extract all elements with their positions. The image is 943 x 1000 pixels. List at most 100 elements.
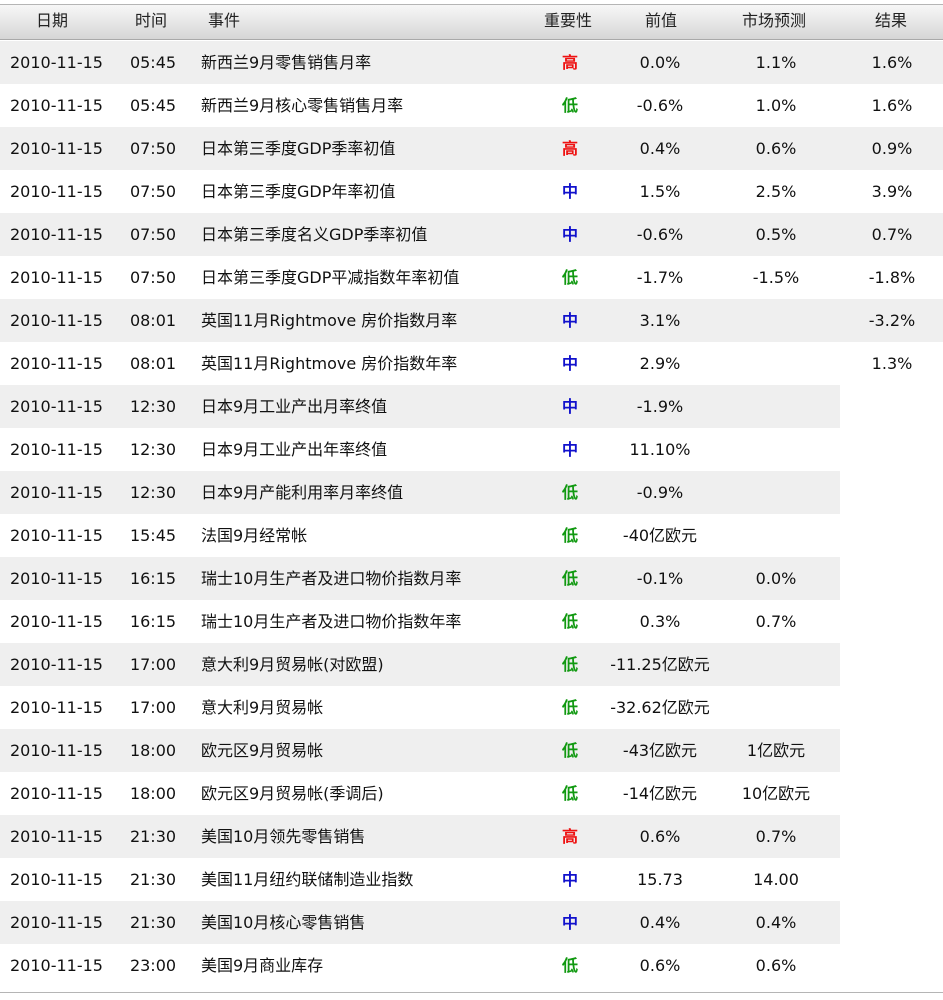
table-row: 2010-11-15 15:45 法国9月经常帐 低 -40亿欧元: [0, 514, 943, 557]
cell-forecast: 2.5%: [755, 182, 797, 201]
table-row: 2010-11-15 17:00 意大利9月贸易帐 低 -32.62亿欧元: [0, 686, 943, 729]
cell-result: [842, 686, 942, 729]
importance-badge: 中: [561, 354, 578, 373]
importance-badge: 低: [561, 698, 578, 717]
cell-date: 2010-11-15: [10, 956, 103, 975]
importance-badge: 低: [561, 526, 578, 545]
table-body: 2010-11-15 05:45 新西兰9月零售销售月率高 0.0% 1.1% 1.6% 2…: [0, 41, 943, 987]
table-row: 2010-11-15 12:30 日本9月产能利用率月率终值 低 -0.9%: [0, 471, 943, 514]
cell-event: 意大利9月贸易帐: [201, 698, 324, 717]
cell-result: [842, 901, 942, 944]
cell-date: 2010-11-15: [10, 96, 103, 115]
cell-result: [842, 385, 942, 428]
cell-previous: 11.10%: [629, 440, 691, 459]
cell-previous: 15.73: [637, 870, 683, 889]
cell-forecast: [716, 428, 836, 471]
cell-result: [842, 643, 942, 686]
cell-previous: -1.9%: [636, 397, 684, 416]
cell-forecast: [716, 342, 836, 385]
cell-time: 05:45: [129, 96, 177, 115]
cell-forecast: 0.5%: [755, 225, 797, 244]
cell-forecast: 1.0%: [755, 96, 797, 115]
cell-forecast: [716, 686, 836, 729]
cell-previous: 0.0%: [639, 53, 681, 72]
cell-forecast: [716, 471, 836, 514]
table-row: 2010-11-15 17:00 意大利9月贸易帐(对欧盟) 低 -11.25亿欧元: [0, 643, 943, 686]
cell-forecast: [716, 514, 836, 557]
cell-date: 2010-11-15: [10, 311, 103, 330]
cell-result: [842, 858, 942, 901]
cell-forecast: 0.4%: [755, 913, 797, 932]
table-row: 2010-11-15 21:30 美国11月纽约联储制造业指数 中 15.73 14.00: [0, 858, 943, 901]
cell-event: 日本9月产能利用率月率终值: [201, 483, 404, 502]
table-row: 2010-11-15 18:00 欧元区9月贸易帐(季调后) 低 -14亿欧元 10亿欧元: [0, 772, 943, 815]
cell-time: 08:01: [129, 354, 177, 373]
header-previous: 前值: [645, 11, 678, 30]
cell-date: 2010-11-15: [10, 53, 103, 72]
cell-time: 21:30: [129, 827, 177, 846]
table-row: 2010-11-15 07:50 日本第三季度名义GDP季率初值 中 -0.6% 0.5%…: [0, 213, 943, 256]
cell-result: 1.6%: [871, 96, 913, 115]
cell-event: 日本第三季度GDP年率初值: [201, 182, 396, 201]
cell-date: 2010-11-15: [10, 913, 103, 932]
cell-date: 2010-11-15: [10, 526, 103, 545]
table-row: 2010-11-15 05:45 新西兰9月核心零售销售月率 低 -0.6% 1.0% 1.…: [0, 84, 943, 127]
importance-badge: 低: [561, 612, 578, 631]
table-row: 2010-11-15 18:00 欧元区9月贸易帐 低 -43亿欧元 1亿欧元: [0, 729, 943, 772]
cell-event: 美国11月纽约联储制造业指数: [201, 870, 414, 889]
table-row: 2010-11-15 12:30 日本9月工业产出年率终值 中 11.10%: [0, 428, 943, 471]
cell-time: 07:50: [129, 139, 177, 158]
cell-result: [842, 557, 942, 600]
header-forecast: 市场预测: [742, 11, 807, 30]
cell-previous: -40亿欧元: [622, 526, 698, 545]
cell-forecast: 0.6%: [755, 956, 797, 975]
cell-date: 2010-11-15: [10, 354, 103, 373]
cell-time: 12:30: [129, 483, 177, 502]
cell-previous: -11.25亿欧元: [610, 655, 710, 674]
header-time: 时间: [135, 11, 168, 30]
table-row: 2010-11-15 21:30 美国10月领先零售销售 高 0.6% 0.7%: [0, 815, 943, 858]
cell-forecast: [716, 385, 836, 428]
cell-previous: 1.5%: [639, 182, 681, 201]
cell-forecast: -1.5%: [752, 268, 800, 287]
table-row: 2010-11-15 07:50 日本第三季度GDP季率初值 高 0.4% 0.6% 0.9…: [0, 127, 943, 170]
cell-event: 英国11月Rightmove 房价指数年率: [201, 354, 458, 373]
cell-previous: -0.6%: [636, 96, 684, 115]
importance-badge: 高: [561, 139, 578, 158]
table-row: 2010-11-15 05:45 新西兰9月零售销售月率 高 0.0% 1.1% 1.6%: [0, 41, 943, 84]
cell-event: 欧元区9月贸易帐(季调后): [201, 784, 384, 803]
cell-date: 2010-11-15: [10, 268, 103, 287]
cell-forecast: [716, 299, 836, 342]
cell-previous: 3.1%: [639, 311, 681, 330]
cell-date: 2010-11-15: [10, 612, 103, 631]
cell-event: 新西兰9月零售销售月率: [201, 53, 372, 72]
cell-result: [842, 514, 942, 557]
cell-event: 瑞士10月生产者及进口物价指数月率: [201, 569, 462, 588]
cell-previous: 0.4%: [639, 139, 681, 158]
cell-previous: 0.6%: [639, 827, 681, 846]
cell-time: 16:15: [129, 569, 177, 588]
table-row: 2010-11-15 21:30 美国10月核心零售销售 中 0.4% 0.4%: [0, 901, 943, 944]
importance-badge: 中: [561, 870, 578, 889]
cell-time: 23:00: [129, 956, 177, 975]
cell-event: 新西兰9月核心零售销售月率: [201, 96, 404, 115]
cell-result: -3.2%: [868, 311, 916, 330]
cell-previous: -0.9%: [636, 483, 684, 502]
cell-event: 瑞士10月生产者及进口物价指数年率: [201, 612, 462, 631]
cell-result: 1.6%: [871, 53, 913, 72]
cell-date: 2010-11-15: [10, 827, 103, 846]
importance-badge: 中: [561, 913, 578, 932]
cell-forecast: 0.7%: [755, 827, 797, 846]
cell-event: 美国10月领先零售销售: [201, 827, 366, 846]
importance-badge: 中: [561, 311, 578, 330]
cell-event: 日本第三季度GDP季率初值: [201, 139, 396, 158]
cell-time: 18:00: [129, 784, 177, 803]
importance-badge: 低: [561, 655, 578, 674]
cell-result: [842, 428, 942, 471]
table-row: 2010-11-15 08:01 英国11月Rightmove 房价指数月率 中 3.1…: [0, 299, 943, 342]
cell-event: 美国9月商业库存: [201, 956, 324, 975]
table-row: 2010-11-15 16:15 瑞士10月生产者及进口物价指数年率 低 0.3% 0.7…: [0, 600, 943, 643]
cell-time: 12:30: [129, 440, 177, 459]
cell-event: 英国11月Rightmove 房价指数月率: [201, 311, 458, 330]
cell-date: 2010-11-15: [10, 182, 103, 201]
